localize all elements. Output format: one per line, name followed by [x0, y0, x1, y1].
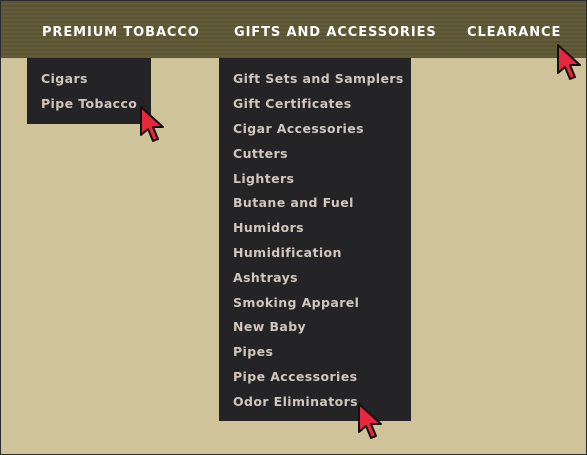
- menu-item-butane-and-fuel[interactable]: Butane and Fuel: [233, 195, 354, 210]
- cursor-arrow-icon: [140, 106, 164, 142]
- nav-premium-tobacco[interactable]: PREMIUM TOBACCO: [42, 25, 200, 40]
- menu-item-smoking-apparel[interactable]: Smoking Apparel: [233, 295, 359, 310]
- menu-item-new-baby[interactable]: New Baby: [233, 319, 306, 334]
- menu-item-cutters[interactable]: Cutters: [233, 146, 288, 161]
- nav-gifts-and-accessories[interactable]: GIFTS AND ACCESSORIES: [234, 25, 437, 40]
- menu-item-cigars[interactable]: Cigars: [41, 71, 88, 86]
- menu-item-ashtrays[interactable]: Ashtrays: [233, 270, 298, 285]
- menu-item-pipes[interactable]: Pipes: [233, 344, 273, 359]
- menu-item-gift-certificates[interactable]: Gift Certificates: [233, 96, 352, 111]
- page-artifact: [529, 390, 533, 398]
- menu-item-cigar-accessories[interactable]: Cigar Accessories: [233, 121, 364, 136]
- nav-clearance[interactable]: CLEARANCE: [467, 25, 561, 40]
- menu-item-humidification[interactable]: Humidification: [233, 245, 342, 260]
- menu-item-humidors[interactable]: Humidors: [233, 220, 304, 235]
- menu-item-lighters[interactable]: Lighters: [233, 171, 294, 186]
- menu-item-pipe-tobacco[interactable]: Pipe Tobacco: [41, 96, 137, 111]
- menu-item-pipe-accessories[interactable]: Pipe Accessories: [233, 369, 357, 384]
- cursor-arrow-icon: [358, 403, 382, 439]
- dropdown-gifts-and-accessories: Gift Sets and Samplers Gift Certificates…: [219, 58, 411, 421]
- dropdown-premium-tobacco: Cigars Pipe Tobacco: [27, 58, 151, 124]
- main-navbar: PREMIUM TOBACCO GIFTS AND ACCESSORIES CL…: [1, 1, 586, 58]
- menu-item-odor-eliminators[interactable]: Odor Eliminators: [233, 394, 358, 409]
- menu-item-gift-sets[interactable]: Gift Sets and Samplers: [233, 71, 404, 86]
- page-frame: PREMIUM TOBACCO GIFTS AND ACCESSORIES CL…: [0, 0, 587, 455]
- cursor-arrow-icon: [557, 44, 581, 80]
